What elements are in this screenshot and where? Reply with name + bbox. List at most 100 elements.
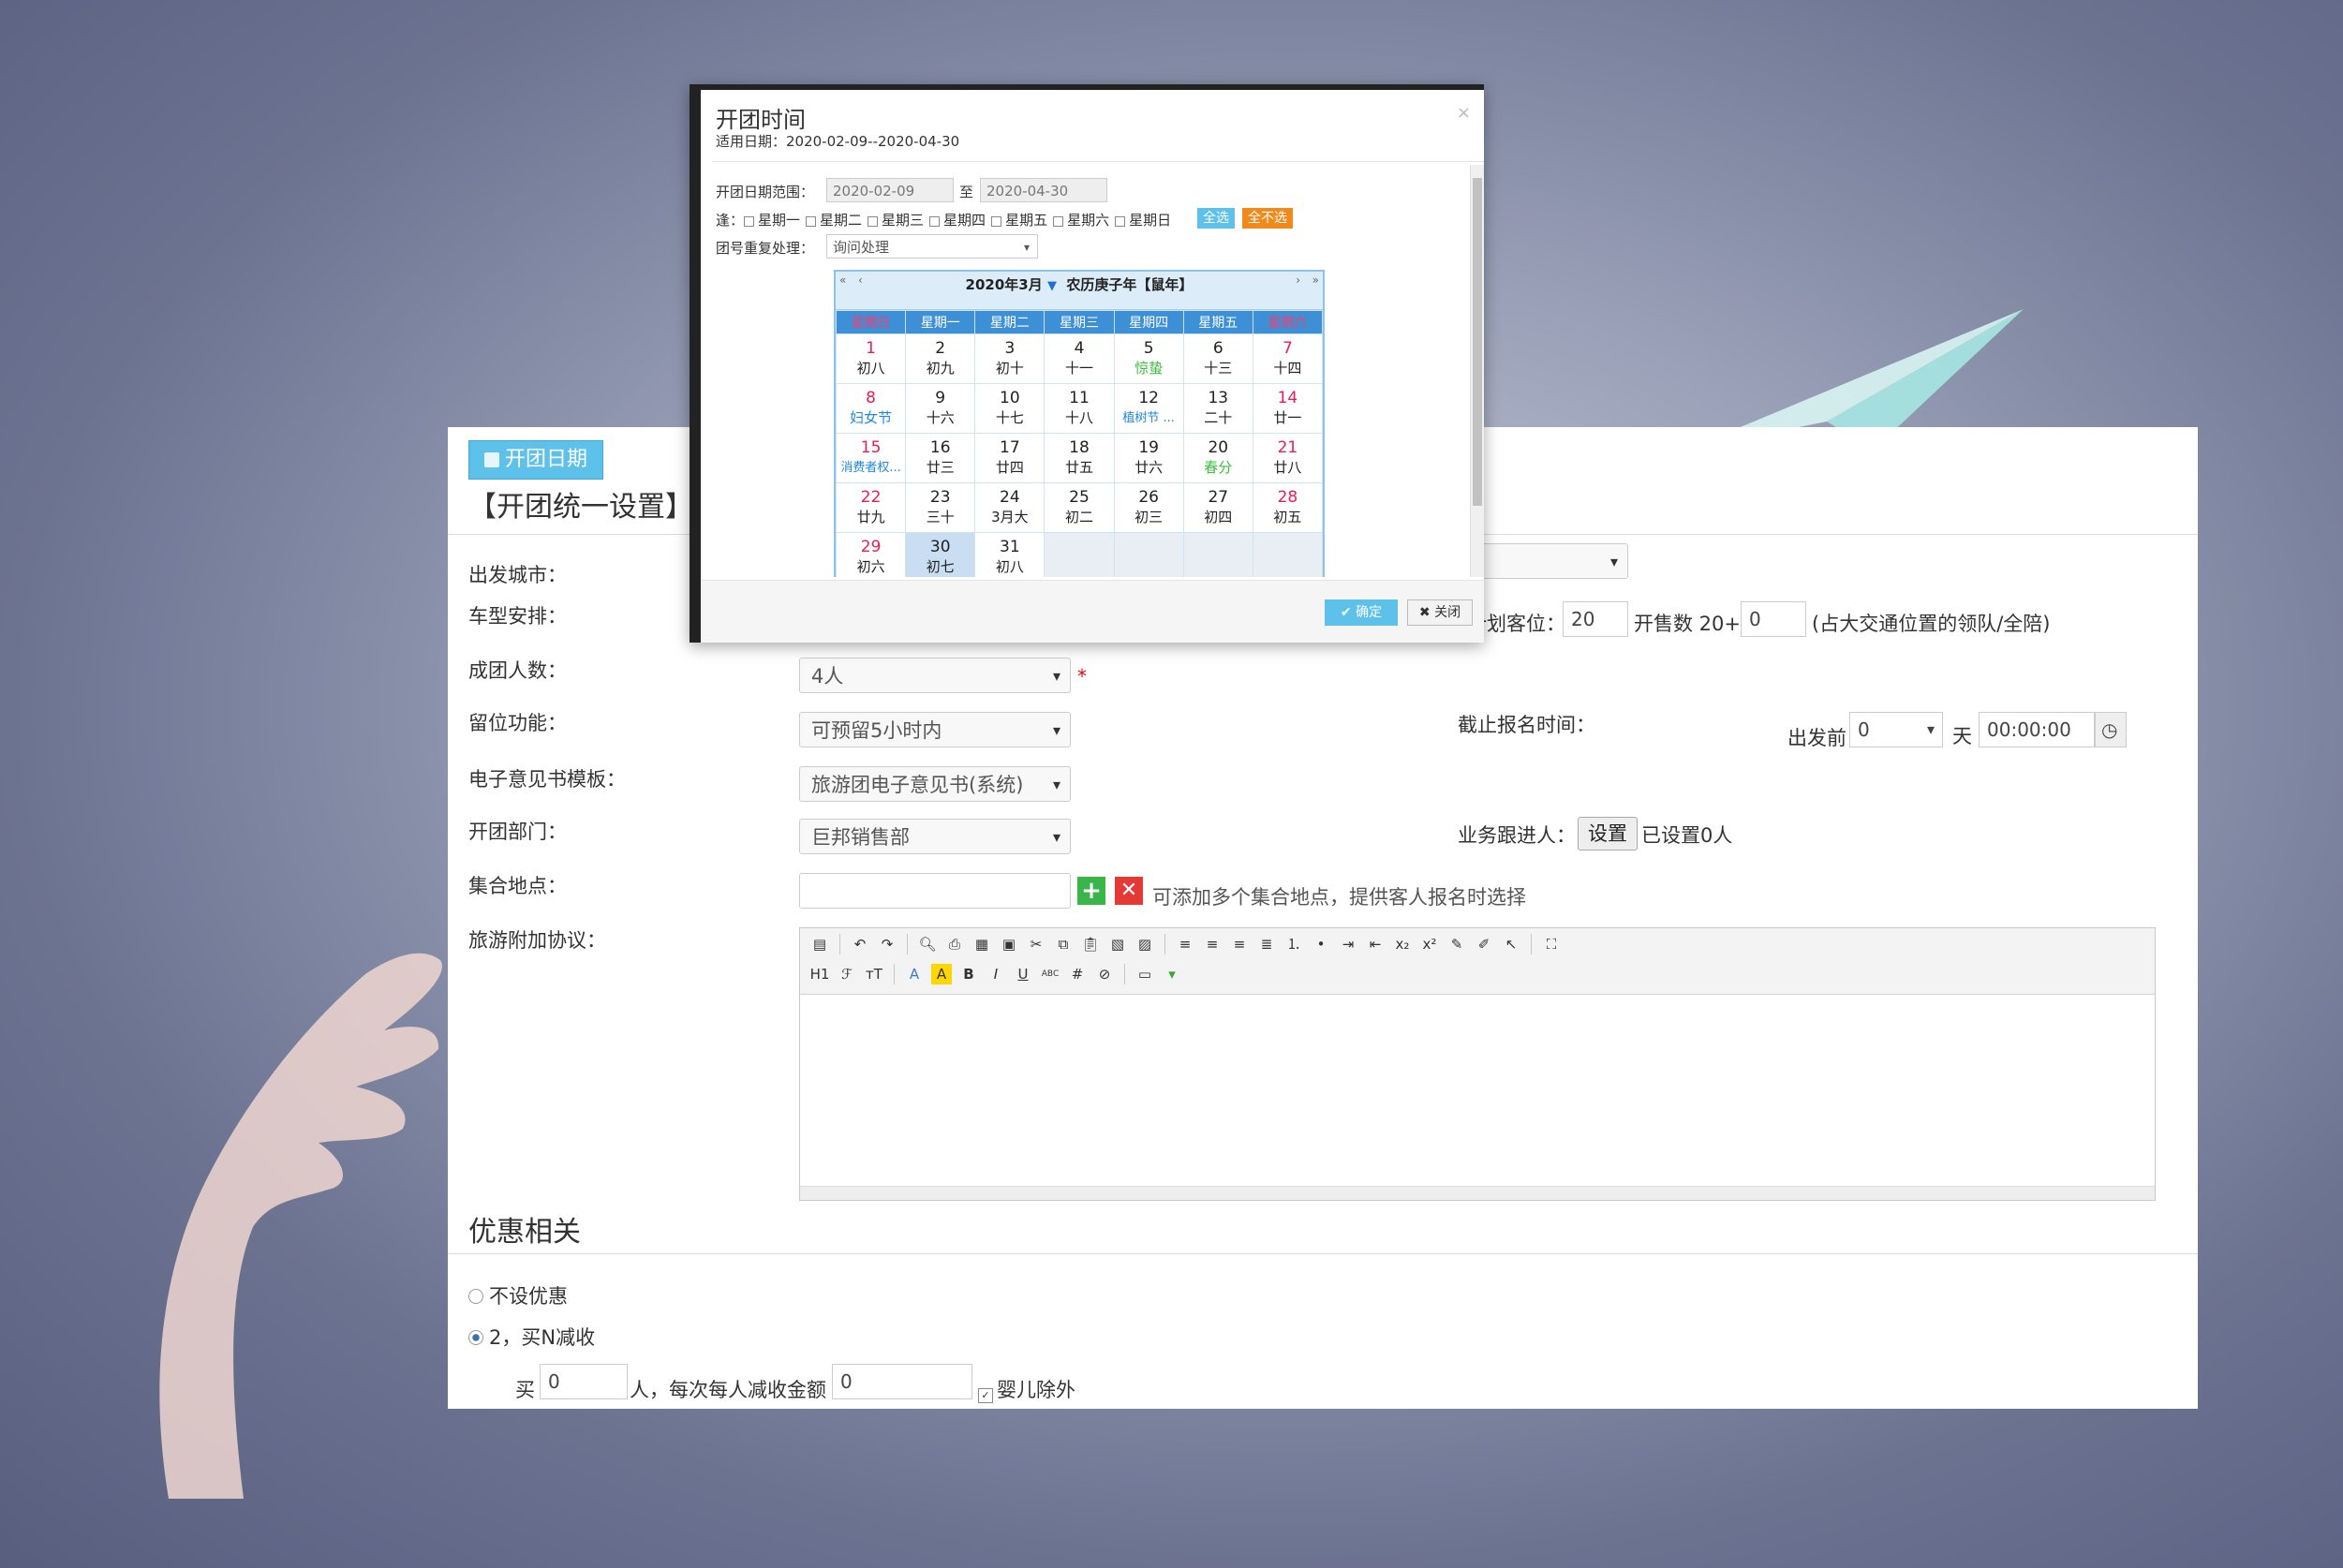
format-painter-icon[interactable]: ✐ [1474,934,1494,954]
radio-none[interactable] [468,1289,483,1304]
calendar-day[interactable]: 7 十四 [1252,333,1324,384]
planned-seats-input[interactable]: 20 [1563,601,1628,637]
range-to-input[interactable]: 2020-04-30 [980,178,1107,202]
weekday-sat[interactable]: 星期六 [1053,210,1109,229]
editor-resize-bar[interactable] [800,1186,2155,1200]
font-size-icon[interactable]: тT [864,964,884,984]
calendar-day[interactable]: 19 廿六 [1113,433,1184,483]
calendar-day[interactable]: 8 妇女节 [835,383,907,434]
delete-icon[interactable]: ✕ [1115,877,1143,905]
paste-word-icon[interactable]: ▨ [1134,934,1155,954]
checkbox-infant[interactable]: ✓ [978,1388,993,1403]
copy-icon[interactable]: ⧉ [1053,934,1074,954]
add-icon[interactable]: + [1077,877,1105,905]
radio-buy[interactable] [468,1330,483,1345]
calendar-day[interactable]: 10 十七 [974,383,1045,434]
paste-icon[interactable]: 📋︎ [1080,934,1101,954]
template-icon[interactable]: ▦ [971,934,992,954]
clock-icon[interactable]: ◷ [2095,712,2127,747]
calendar-day[interactable]: 16 廿三 [905,433,976,483]
agreement-editor[interactable]: ▤ ↶ ↷ 🔍︎ ⎙ ▦ ▣ ✂ ⧉ 📋︎ ▧ ▨ ≡ ≡ ≡ ≣ ⒈ • ⇥ … [799,927,2156,1201]
align-center-icon[interactable]: ≡ [1202,934,1223,954]
discount-option-buy[interactable]: 2，买N减收 [468,1323,595,1351]
outdent-icon[interactable]: ⇤ [1365,934,1386,954]
meeting-input[interactable] [799,873,1071,909]
weekday-wed[interactable]: 星期三 [868,210,924,229]
calendar-day[interactable]: 18 廿五 [1044,433,1115,483]
weekday-mon[interactable]: 星期一 [744,210,800,229]
hold-select[interactable]: 可预留5小时内 ▾ [799,712,1071,747]
calendar-day[interactable]: 3 初十 [974,333,1045,384]
open-date-tab[interactable]: 开团日期 [468,440,603,480]
range-from-input[interactable]: 2020-02-09 [826,178,954,202]
calendar-day[interactable]: 27 初四 [1182,482,1253,533]
undo-icon[interactable]: ↶ [850,934,870,954]
close-button[interactable]: ✖ 关闭 [1407,599,1473,626]
subscript-icon[interactable]: x₂ [1392,934,1413,954]
heading-icon[interactable]: H1 [809,964,830,984]
fullscreen-icon[interactable]: ⛶ [1541,934,1562,954]
calendar-day[interactable]: 23 三十 [905,482,976,533]
calendar-day[interactable]: 11 十八 [1044,383,1115,434]
calendar-year-month[interactable]: 2020年3月 [966,276,1043,293]
deadline-time-input[interactable]: 00:00:00 [1979,712,2095,747]
calendar-day[interactable]: 20 春分 [1182,433,1253,483]
paste-text-icon[interactable]: ▧ [1107,934,1128,954]
open-extra-input[interactable]: 0 [1741,601,1806,637]
repeat-select[interactable]: 询问处理 ▾ [826,234,1038,259]
calendar-day[interactable]: 13 二十 [1182,383,1253,434]
dept-select[interactable]: 巨邦销售部 ▾ [799,819,1071,854]
insert-row-icon[interactable]: ▾ [1162,964,1182,984]
code-icon[interactable]: ▣ [999,934,1019,954]
highlight-icon[interactable]: A [931,964,952,984]
close-icon[interactable]: × [1457,103,1471,123]
ordered-list-icon[interactable]: ⒈ [1283,934,1304,954]
calendar-day[interactable]: 1 初八 [835,333,907,384]
source-icon[interactable]: ▤ [809,934,830,954]
discount-amount-input[interactable]: 0 [832,1364,972,1399]
city-select[interactable]: ▾ [1478,543,1628,579]
calendar-day[interactable]: 30 初七 [905,532,976,577]
calendar-day[interactable]: 15 消费者权... [835,433,907,483]
select-all-icon[interactable]: ↖ [1501,934,1521,954]
select-none-button[interactable]: 全不选 [1242,208,1293,229]
link-icon[interactable]: ⊘ [1094,964,1115,984]
underline-icon[interactable]: U [1013,964,1033,984]
redo-icon[interactable]: ↷ [877,934,897,954]
select-all-button[interactable]: 全选 [1197,208,1235,229]
bold-icon[interactable]: B [958,964,979,984]
confirm-button[interactable]: ✔ 确定 [1325,599,1398,626]
justify-icon[interactable]: ≣ [1256,934,1277,954]
indent-icon[interactable]: ⇥ [1338,934,1358,954]
calendar-day[interactable]: 26 初三 [1113,482,1184,533]
align-left-icon[interactable]: ≡ [1175,934,1195,954]
weekday-sun[interactable]: 星期日 [1115,210,1171,229]
superscript-icon[interactable]: x² [1419,934,1440,954]
italic-icon[interactable]: I [986,964,1006,984]
calendar-day[interactable]: 6 十三 [1182,333,1253,384]
cut-icon[interactable]: ✂ [1026,934,1046,954]
feedback-select[interactable]: 旅游团电子意见书(系统) ▾ [799,766,1071,802]
preview-icon[interactable]: 🔍︎ [917,934,938,954]
group-size-select[interactable]: 4人 ▾ [799,658,1071,693]
unordered-list-icon[interactable]: • [1311,934,1331,954]
calendar-day[interactable]: 22 廿九 [835,482,907,533]
calendar-day[interactable]: 5 惊蛰 [1113,333,1184,384]
strikethrough-icon[interactable]: ABC [1040,964,1060,984]
weekday-fri[interactable]: 星期五 [991,210,1047,229]
calendar-day[interactable]: 4 十一 [1044,333,1115,384]
calendar-day[interactable]: 28 初五 [1252,482,1324,533]
calendar-day[interactable]: 17 廿四 [974,433,1045,483]
dialog-scrollbar[interactable] [1470,165,1484,577]
calendar-day[interactable]: 25 初二 [1044,482,1115,533]
weekday-thu[interactable]: 星期四 [929,210,986,229]
calendar-day[interactable]: 9 十六 [905,383,976,434]
font-family-icon[interactable]: ℱ [837,964,857,984]
table-icon[interactable]: # [1067,964,1088,984]
month-dropdown-icon[interactable]: ▼ [1047,279,1057,293]
image-icon[interactable]: ▭ [1134,964,1155,984]
follower-set-button[interactable]: 设置 [1578,817,1638,851]
font-color-icon[interactable]: A [904,964,925,984]
calendar-day[interactable]: 29 初六 [835,532,907,577]
calendar-day[interactable]: 24 3月大 [974,482,1045,533]
